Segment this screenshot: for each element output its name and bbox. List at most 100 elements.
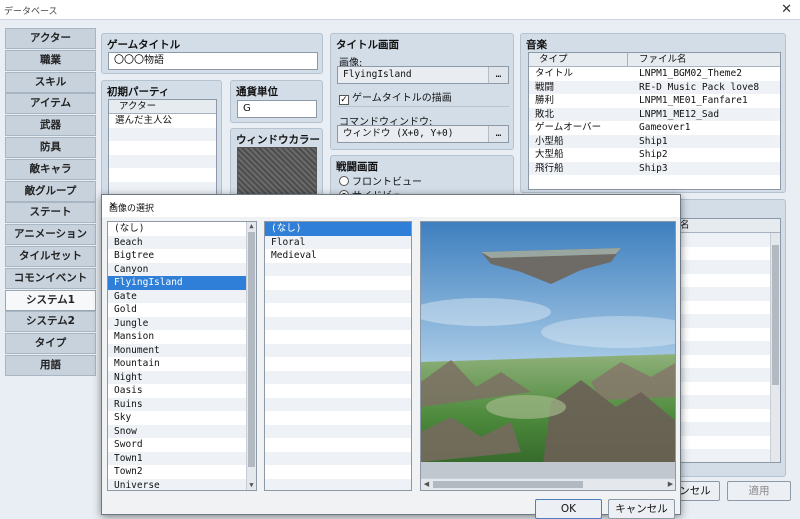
- window-color-panel: ウィンドウカラー: [230, 128, 323, 198]
- party-column-header: アクター: [109, 100, 216, 114]
- sidebar-item[interactable]: ステート: [5, 202, 96, 224]
- front-view-radio[interactable]: フロントビュー: [339, 173, 422, 188]
- music-column-header: タイプ ファイル名: [529, 53, 780, 67]
- sidebar-item[interactable]: システム2: [5, 311, 96, 333]
- se-scrollbar[interactable]: [770, 233, 780, 462]
- empty-row: [265, 343, 411, 357]
- music-row[interactable]: 飛行船 Ship3: [529, 161, 780, 175]
- empty-row: [265, 370, 411, 384]
- preview-hscrollbar[interactable]: ◀ ▶: [421, 478, 675, 490]
- party-row[interactable]: [109, 154, 216, 168]
- sidebar-item[interactable]: アニメーション: [5, 224, 96, 246]
- window-color-label: ウィンドウカラー: [236, 134, 320, 146]
- empty-row: [265, 316, 411, 330]
- image-list-item[interactable]: (なし): [265, 222, 411, 236]
- image-select-dialog: 画像の選択 ✕ (なし) Beach Bigtree Canyon FlyingIsla…: [101, 194, 681, 519]
- image-list-item[interactable]: Floral: [265, 235, 411, 249]
- image-list-item[interactable]: Universe: [108, 478, 256, 490]
- music-list[interactable]: タイプ ファイル名 タイトル LNPM1_BGM02_Theme2 戦闘 RE-D M…: [528, 52, 781, 190]
- party-row[interactable]: [109, 141, 216, 155]
- music-label: 音楽: [526, 39, 547, 51]
- draw-title-label: ゲームタイトルの描画: [352, 93, 452, 104]
- image-list-item[interactable]: Canyon: [108, 262, 256, 276]
- image-list-item[interactable]: Mountain: [108, 357, 256, 371]
- sidebar-item[interactable]: 職業: [5, 49, 96, 71]
- command-window-select[interactable]: ウィンドウ (X+0, Y+0) …: [337, 125, 509, 143]
- game-title-input[interactable]: 〇〇〇物語: [108, 52, 318, 70]
- image-list-1[interactable]: (なし) Beach Bigtree Canyon FlyingIsland Gate Go…: [107, 221, 257, 491]
- image-list-item[interactable]: Monument: [108, 343, 256, 357]
- image-list-item[interactable]: Sky: [108, 411, 256, 425]
- party-list[interactable]: アクター 選んだ主人公: [108, 99, 217, 199]
- window-color-swatch[interactable]: [237, 147, 317, 197]
- party-row[interactable]: [109, 168, 216, 182]
- music-row[interactable]: タイトル LNPM1_BGM02_Theme2: [529, 67, 780, 81]
- sidebar-item[interactable]: タイルセット: [5, 245, 96, 267]
- dialog-ok-button[interactable]: OK: [535, 499, 602, 519]
- sidebar-item[interactable]: 武器: [5, 115, 96, 137]
- music-row[interactable]: 大型船 Ship2: [529, 148, 780, 162]
- sidebar-item[interactable]: アクター: [5, 28, 96, 49]
- empty-row: [265, 330, 411, 344]
- image-list-2[interactable]: (なし) Floral Medieval: [264, 221, 412, 491]
- sidebar-item[interactable]: 用語: [5, 354, 96, 376]
- main-apply-button[interactable]: 適用: [727, 481, 791, 501]
- scroll-right-icon[interactable]: ▶: [666, 480, 675, 489]
- window-close-icon[interactable]: ✕: [781, 2, 792, 17]
- window-title: データベース: [4, 7, 58, 17]
- music-row[interactable]: 勝利 LNPM1_ME01_Fanfare1: [529, 94, 780, 108]
- dialog-cancel-button[interactable]: キャンセル: [608, 499, 675, 519]
- image-list-item[interactable]: Snow: [108, 424, 256, 438]
- image-list-item[interactable]: (なし): [108, 222, 256, 236]
- radio-icon: [339, 176, 349, 186]
- title-screen-label: タイトル画面: [336, 39, 399, 51]
- music-row[interactable]: ゲームオーバー Gameover1: [529, 121, 780, 135]
- sidebar-item[interactable]: 防具: [5, 136, 96, 158]
- image-list-item[interactable]: Jungle: [108, 316, 256, 330]
- sidebar-item[interactable]: アイテム: [5, 93, 96, 115]
- title-image-browse-button[interactable]: …: [488, 67, 508, 83]
- music-file: Ship2: [639, 149, 668, 160]
- image-list-item[interactable]: Gold: [108, 303, 256, 317]
- draw-title-checkbox[interactable]: ✓ ゲームタイトルの描画: [339, 89, 452, 105]
- image-list-item[interactable]: Town2: [108, 465, 256, 479]
- image-list-item[interactable]: Oasis: [108, 384, 256, 398]
- image-list-item[interactable]: Night: [108, 370, 256, 384]
- scroll-down-icon[interactable]: ▼: [247, 481, 256, 490]
- command-window-browse-button[interactable]: …: [488, 126, 508, 142]
- scroll-left-icon[interactable]: ◀: [422, 480, 431, 489]
- battle-screen-panel: 戦闘画面 フロントビュー サイドビュー: [330, 155, 514, 202]
- image-list-item[interactable]: Beach: [108, 235, 256, 249]
- music-row[interactable]: 戦闘 RE-D Music Pack love8: [529, 80, 780, 94]
- party-row[interactable]: 選んだ主人公: [109, 114, 216, 128]
- title-image-select[interactable]: FlyingIsland …: [337, 66, 509, 84]
- music-type: 飛行船: [535, 162, 564, 174]
- image-list-item[interactable]: Bigtree: [108, 249, 256, 263]
- dialog-close-icon[interactable]: ✕: [109, 201, 672, 211]
- image-list-item[interactable]: Medieval: [265, 249, 411, 263]
- image-list-item[interactable]: Ruins: [108, 397, 256, 411]
- party-row[interactable]: [109, 181, 216, 195]
- currency-input[interactable]: G: [237, 100, 317, 118]
- image-list-1-scrollbar[interactable]: ▲ ▼: [246, 222, 256, 490]
- image-list-item[interactable]: Mansion: [108, 330, 256, 344]
- scroll-up-icon[interactable]: ▲: [247, 222, 256, 231]
- music-type: 勝利: [535, 95, 555, 106]
- sidebar-item[interactable]: コモンイベント: [5, 267, 96, 289]
- party-row[interactable]: [109, 127, 216, 141]
- image-list-item[interactable]: Gate: [108, 289, 256, 303]
- music-type: 小型船: [535, 135, 564, 147]
- image-list-item[interactable]: FlyingIsland: [108, 276, 256, 290]
- music-row[interactable]: 敗北 LNPM1_ME12_Sad: [529, 107, 780, 121]
- sidebar-item[interactable]: スキル: [5, 71, 96, 93]
- title-image-value: FlyingIsland: [343, 69, 412, 80]
- sidebar-item[interactable]: システム1: [5, 289, 96, 311]
- music-file: LNPM1_BGM02_Theme2: [639, 68, 742, 79]
- sidebar-item[interactable]: 敵グループ: [5, 180, 96, 202]
- sidebar-item[interactable]: 敵キャラ: [5, 158, 96, 180]
- image-list-item[interactable]: Town1: [108, 451, 256, 465]
- image-list-item[interactable]: Sword: [108, 438, 256, 452]
- music-row[interactable]: 小型船 Ship1: [529, 134, 780, 148]
- window-titlebar: データベース ✕: [0, 0, 800, 20]
- sidebar-item[interactable]: タイプ: [5, 333, 96, 355]
